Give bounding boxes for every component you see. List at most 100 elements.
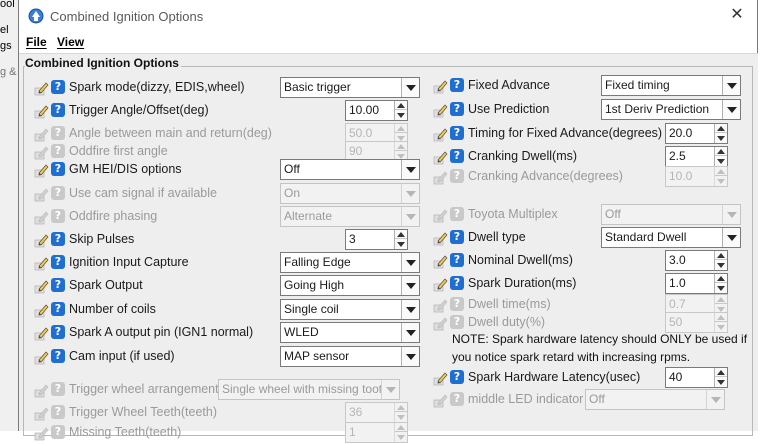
title-bar[interactable]: Combined Ignition Options ✕ [19, 0, 757, 33]
decrement-arrow-icon[interactable] [395, 111, 407, 120]
option-spinner[interactable]: 10.00 [345, 100, 408, 121]
decrement-arrow-icon[interactable] [715, 378, 727, 387]
menu-bar: File View [19, 33, 757, 53]
option-label: Trigger Wheel Teeth(teeth) [69, 405, 217, 419]
option-spinner[interactable]: 2.5 [665, 146, 728, 167]
option-row: ? Spark A output pin (IGN1 normal) WLED [34, 322, 424, 344]
increment-arrow-icon[interactable] [715, 251, 727, 260]
help-icon[interactable]: ? [51, 80, 65, 94]
edit-pencil-icon [34, 407, 49, 421]
help-icon[interactable]: ? [51, 232, 65, 246]
chevron-down-icon[interactable] [722, 100, 740, 119]
increment-arrow-icon[interactable] [395, 101, 407, 110]
edit-pencil-icon [433, 299, 448, 313]
help-icon: ? [51, 126, 65, 140]
option-dropdown: Off [601, 204, 741, 225]
option-row: ? Toyota Multiplex Off [433, 204, 753, 226]
option-dropdown[interactable]: Single coil [280, 299, 420, 320]
increment-arrow-icon[interactable] [395, 230, 407, 239]
help-icon[interactable]: ? [51, 278, 65, 292]
increment-arrow-icon [715, 167, 727, 176]
option-dropdown[interactable]: WLED [280, 322, 420, 343]
option-dropdown[interactable]: Fixed timing [601, 75, 741, 96]
menu-file[interactable]: File [26, 35, 47, 49]
help-icon[interactable]: ? [450, 126, 464, 140]
dropdown-value: Single coil [284, 302, 339, 316]
option-spinner[interactable]: 3.0 [665, 250, 728, 271]
option-dropdown[interactable]: Standard Dwell [601, 227, 741, 248]
increment-arrow-icon[interactable] [715, 147, 727, 156]
chevron-down-icon[interactable] [401, 323, 419, 342]
increment-arrow-icon[interactable] [715, 274, 727, 283]
decrement-arrow-icon[interactable] [715, 284, 727, 293]
chevron-down-icon[interactable] [401, 276, 419, 295]
increment-arrow-icon [395, 142, 407, 151]
option-label: Spark Hardware Latency(usec) [468, 370, 641, 384]
spinner-value: 20.0 [669, 126, 693, 140]
edit-pencil-icon [34, 327, 49, 341]
chevron-down-icon[interactable] [401, 253, 419, 272]
edit-pencil-icon [34, 146, 49, 160]
option-spinner: 1 [345, 422, 408, 443]
option-dropdown[interactable]: MAP sensor [280, 346, 420, 367]
option-row: ? middle LED indicator Off [433, 389, 753, 411]
close-button[interactable]: ✕ [727, 5, 747, 25]
edit-pencil-icon [433, 104, 448, 118]
help-icon[interactable]: ? [51, 349, 65, 363]
option-label: middle LED indicator [468, 392, 584, 406]
background-text: g & [0, 66, 17, 78]
help-icon[interactable]: ? [450, 230, 464, 244]
menu-view[interactable]: View [57, 35, 84, 49]
help-icon[interactable]: ? [450, 78, 464, 92]
option-spinner[interactable]: 3 [345, 229, 408, 250]
help-icon[interactable]: ? [450, 149, 464, 163]
spinner-value: 90 [349, 144, 363, 158]
help-icon: ? [450, 207, 464, 221]
help-icon[interactable]: ? [51, 255, 65, 269]
help-icon[interactable]: ? [450, 370, 464, 384]
chevron-down-icon[interactable] [401, 78, 419, 97]
increment-arrow-icon[interactable] [715, 124, 727, 133]
option-dropdown[interactable]: 1st Deriv Prediction [601, 99, 741, 120]
option-dropdown[interactable]: Basic trigger [280, 77, 420, 98]
help-icon[interactable]: ? [51, 162, 65, 176]
help-icon[interactable]: ? [51, 302, 65, 316]
option-dropdown[interactable]: Falling Edge [280, 252, 420, 273]
dropdown-value: 1st Deriv Prediction [605, 102, 710, 116]
decrement-arrow-icon[interactable] [715, 261, 727, 270]
spinner-value: 0.7 [669, 297, 686, 311]
help-icon[interactable]: ? [51, 103, 65, 117]
option-row: ? Cranking Dwell(ms) 2.5 [433, 146, 753, 168]
edit-pencil-icon [433, 151, 448, 165]
edit-pencil-icon [433, 317, 448, 331]
decrement-arrow-icon[interactable] [715, 134, 727, 143]
help-icon[interactable]: ? [450, 253, 464, 267]
option-dropdown[interactable]: Off [280, 159, 420, 180]
increment-arrow-icon[interactable] [715, 368, 727, 377]
help-icon[interactable]: ? [450, 102, 464, 116]
option-spinner: 50 [665, 312, 728, 333]
option-spinner[interactable]: 1.0 [665, 273, 728, 294]
decrement-arrow-icon[interactable] [395, 240, 407, 249]
chevron-down-icon[interactable] [401, 347, 419, 366]
edit-pencil-icon [433, 232, 448, 246]
decrement-arrow-icon[interactable] [715, 157, 727, 166]
option-row: ? Spark Duration(ms) 1.0 [433, 273, 753, 295]
chevron-down-icon[interactable] [401, 160, 419, 179]
option-row: ? Dwell type Standard Dwell [433, 227, 753, 249]
option-label: Dwell duty(%) [468, 315, 546, 329]
option-dropdown[interactable]: Going High [280, 275, 420, 296]
spinner-buttons [714, 368, 727, 387]
spinner-buttons [394, 403, 407, 422]
help-icon: ? [450, 315, 464, 329]
chevron-down-icon[interactable] [722, 76, 740, 95]
chevron-down-icon[interactable] [722, 228, 740, 247]
option-label: Skip Pulses [69, 232, 135, 246]
option-row: ? Spark Hardware Latency(usec) 40 [433, 367, 753, 389]
help-icon[interactable]: ? [450, 276, 464, 290]
chevron-down-icon[interactable] [401, 300, 419, 319]
option-spinner[interactable]: 40 [665, 367, 728, 388]
option-spinner[interactable]: 20.0 [665, 123, 728, 144]
help-icon[interactable]: ? [51, 325, 65, 339]
option-label: Missing Teeth(teeth) [69, 425, 182, 439]
